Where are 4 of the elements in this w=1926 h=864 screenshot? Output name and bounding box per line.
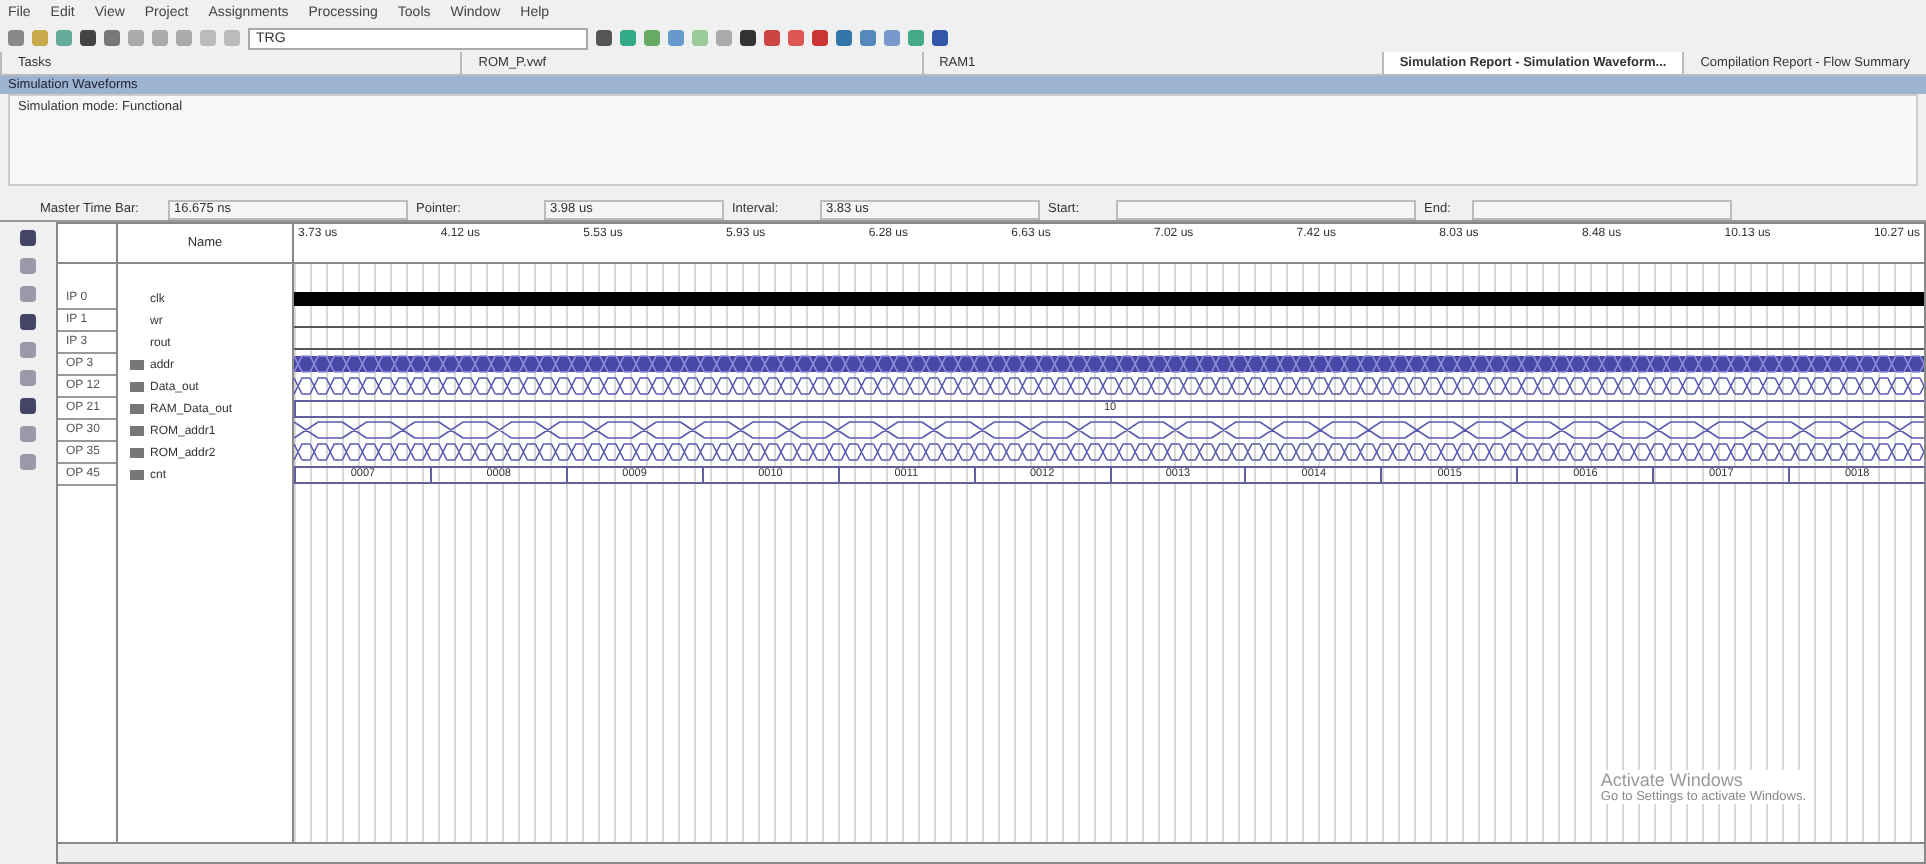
activation-title: Activate Windows: [1600, 770, 1806, 790]
end-field[interactable]: [1472, 199, 1732, 219]
scrollbar[interactable]: [58, 842, 1924, 862]
start-field[interactable]: [1116, 199, 1416, 219]
